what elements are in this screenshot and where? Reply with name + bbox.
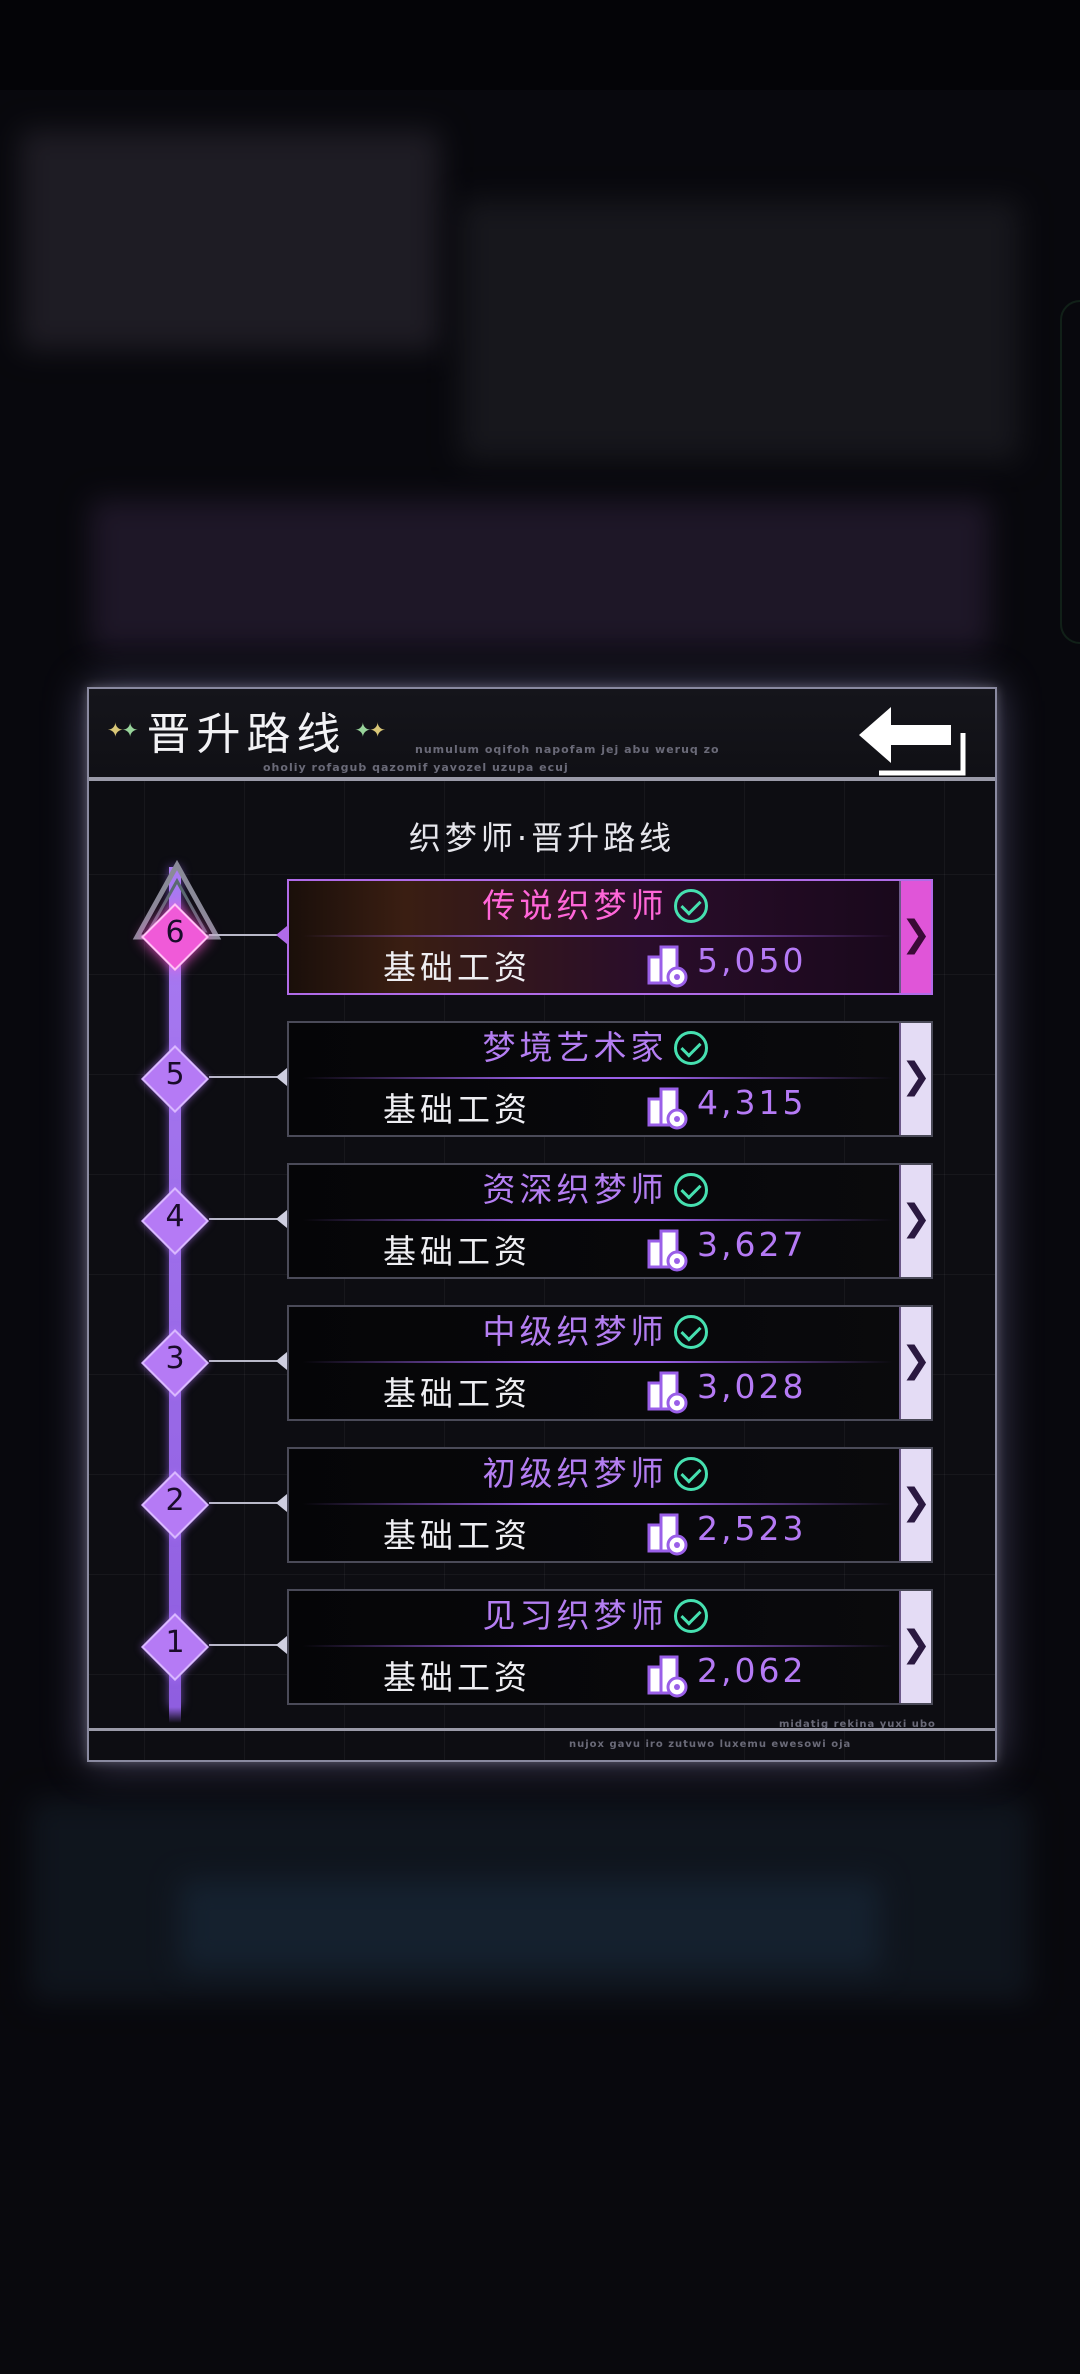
check-circle-icon	[673, 1315, 708, 1349]
rank-title: 初级织梦师	[482, 1454, 668, 1493]
footer-divider	[89, 1728, 995, 1731]
timeline-notch	[276, 1636, 287, 1654]
rank-title: 中级织梦师	[482, 1312, 668, 1351]
rank-title: 传说织梦师	[482, 886, 668, 925]
back-button[interactable]	[851, 695, 971, 791]
rank-card[interactable]: 梦境艺术家基础工资 4,315 ❯	[287, 1021, 933, 1137]
coin-stack-icon	[645, 1511, 689, 1557]
chevron-right-icon[interactable]: ❯	[899, 881, 931, 993]
sparkle-icon: ✦✦	[354, 718, 387, 742]
rank-level-number: 6	[165, 915, 185, 950]
rank-level-number: 1	[165, 1625, 185, 1660]
sparkle-icon: ✦✦	[107, 718, 139, 742]
timeline-notch	[276, 1352, 287, 1370]
base-wage-value: 2,062	[697, 1651, 807, 1690]
rank-level-number: 3	[165, 1341, 185, 1376]
rank-title-row: 资深织梦师	[289, 1165, 901, 1215]
base-wage-value: 3,028	[697, 1367, 807, 1406]
rank-title-row: 初级织梦师	[289, 1449, 901, 1499]
card-divider	[303, 1219, 893, 1221]
card-divider	[303, 1077, 893, 1079]
chevron-right-icon[interactable]: ❯	[899, 1307, 931, 1419]
base-wage-label: 基础工资	[383, 948, 531, 987]
card-divider	[303, 1361, 893, 1363]
base-wage-label: 基础工资	[383, 1232, 531, 1271]
panel-header: ✦✦ 晋升路线 ✦✦ numulum oqifoh napofam jej ab…	[89, 689, 995, 781]
base-wage-label: 基础工资	[383, 1516, 531, 1555]
rank-title-row: 见习织梦师	[289, 1591, 901, 1641]
decorative-caption: numulum oqifoh napofam jej abu weruq zo	[415, 743, 720, 756]
rank-title-row: 梦境艺术家	[289, 1023, 901, 1073]
check-circle-icon	[673, 1031, 708, 1065]
coin-stack-icon	[645, 943, 689, 989]
timeline-notch	[276, 1068, 287, 1086]
timeline-notch	[276, 1494, 287, 1512]
rank-title: 见习织梦师	[482, 1596, 668, 1635]
coin-stack-icon	[645, 1653, 689, 1699]
card-divider	[303, 1645, 893, 1647]
back-arrow-icon	[859, 707, 966, 776]
panel-title: 晋升路线	[146, 709, 347, 760]
base-wage-label: 基础工资	[383, 1090, 531, 1129]
rank-card[interactable]: 初级织梦师基础工资 2,523 ❯	[287, 1447, 933, 1563]
base-wage-label: 基础工资	[383, 1374, 531, 1413]
base-wage-value: 3,627	[697, 1225, 807, 1264]
check-circle-icon	[673, 1599, 708, 1633]
coin-stack-icon	[645, 1085, 689, 1131]
chevron-right-icon[interactable]: ❯	[899, 1023, 931, 1135]
route-subtitle: 织梦师·晋升路线	[408, 819, 676, 857]
footer-caption: nujox gavu iro zutuwo luxemu ewesowi oja	[569, 1739, 852, 1750]
chevron-right-icon[interactable]: ❯	[899, 1449, 931, 1561]
base-wage-label: 基础工资	[383, 1658, 531, 1697]
timeline-notch	[276, 926, 287, 944]
base-wage-value: 2,523	[697, 1509, 807, 1548]
rank-card[interactable]: 传说织梦师基础工资 5,050 ❯	[287, 879, 933, 995]
timeline-notch	[276, 1210, 287, 1228]
chevron-right-icon[interactable]: ❯	[899, 1165, 931, 1277]
promotion-route-panel: ✦✦ 晋升路线 ✦✦ numulum oqifoh napofam jej ab…	[87, 687, 997, 1762]
rank-level-number: 4	[165, 1199, 185, 1234]
decorative-caption: oholiy rofagub qazomif yavozel uzupa ecu…	[263, 761, 569, 774]
base-wage-value: 5,050	[697, 941, 807, 980]
coin-stack-icon	[645, 1369, 689, 1415]
rank-card[interactable]: 中级织梦师基础工资 3,028 ❯	[287, 1305, 933, 1421]
rank-title-row: 传说织梦师	[289, 881, 901, 931]
rank-level-number: 2	[165, 1483, 185, 1518]
check-circle-icon	[673, 1457, 708, 1491]
rank-title-row: 中级织梦师	[289, 1307, 901, 1357]
card-divider	[303, 935, 893, 937]
rank-title: 资深织梦师	[482, 1170, 668, 1209]
coin-stack-icon	[645, 1227, 689, 1273]
check-circle-icon	[673, 1173, 708, 1207]
check-circle-icon	[673, 889, 708, 923]
rank-title: 梦境艺术家	[482, 1028, 668, 1067]
base-wage-value: 4,315	[697, 1083, 807, 1122]
chevron-right-icon[interactable]: ❯	[899, 1591, 931, 1703]
rank-level-number: 5	[165, 1057, 185, 1092]
card-divider	[303, 1503, 893, 1505]
rank-card[interactable]: 资深织梦师基础工资 3,627 ❯	[287, 1163, 933, 1279]
rank-card[interactable]: 见习织梦师基础工资 2,062 ❯	[287, 1589, 933, 1705]
timeline-track	[169, 867, 181, 1723]
